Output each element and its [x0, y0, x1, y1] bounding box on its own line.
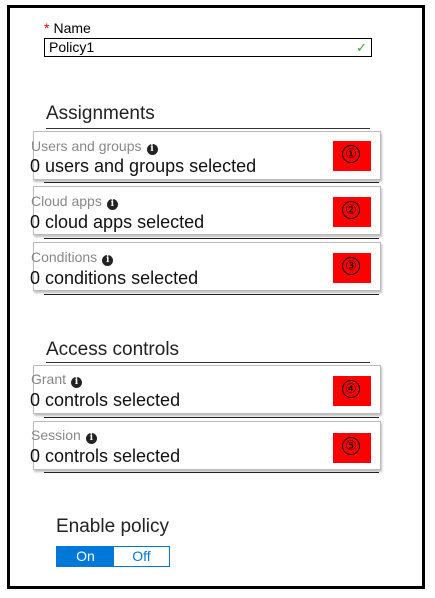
- card-divider: [44, 294, 379, 295]
- access-controls-title: Access controls: [46, 339, 180, 360]
- enable-policy-title: Enable policy: [56, 516, 170, 537]
- users-and-groups-value: 0 users and groups selected: [30, 156, 257, 176]
- card-divider: [44, 238, 379, 239]
- card-divider: [44, 182, 379, 183]
- assignments-divider: [46, 128, 370, 129]
- info-icon[interactable]: i: [102, 255, 114, 266]
- policy-panel: [7, 5, 425, 589]
- required-marker: *: [44, 20, 50, 36]
- card-divider: [44, 472, 379, 473]
- callout-badge-5: ⑤: [333, 433, 371, 463]
- grant-value: 0 controls selected: [30, 390, 181, 410]
- info-icon[interactable]: i: [71, 377, 83, 388]
- info-icon[interactable]: i: [85, 433, 97, 444]
- users-and-groups-title: Users and groups i: [31, 138, 158, 155]
- info-icon[interactable]: i: [146, 144, 158, 155]
- cloud-apps-title: Cloud apps i: [31, 193, 118, 210]
- checkmark-icon: ✓: [356, 40, 367, 55]
- name-label: * Name: [44, 20, 91, 36]
- toggle-on-option[interactable]: On: [57, 547, 114, 566]
- card-divider: [44, 417, 379, 418]
- callout-badge-4: ④: [333, 376, 371, 406]
- name-input[interactable]: Policy1 ✓: [44, 38, 372, 57]
- grant-title: Grant i: [31, 371, 83, 388]
- info-icon[interactable]: i: [106, 199, 118, 210]
- callout-badge-2: ②: [333, 197, 371, 227]
- conditions-title: Conditions i: [31, 249, 114, 266]
- access-controls-divider: [46, 362, 370, 363]
- enable-policy-toggle[interactable]: On Off: [56, 546, 170, 567]
- assignments-title: Assignments: [46, 103, 155, 124]
- session-title: Session i: [31, 427, 97, 444]
- toggle-off-option[interactable]: Off: [114, 547, 169, 566]
- callout-badge-1: ①: [333, 141, 371, 171]
- cloud-apps-value: 0 cloud apps selected: [30, 212, 205, 232]
- callout-badge-3: ③: [333, 253, 371, 283]
- name-label-text: Name: [53, 20, 91, 36]
- session-value: 0 controls selected: [30, 446, 181, 466]
- conditions-value: 0 conditions selected: [30, 268, 199, 288]
- name-input-value: Policy1: [49, 39, 95, 55]
